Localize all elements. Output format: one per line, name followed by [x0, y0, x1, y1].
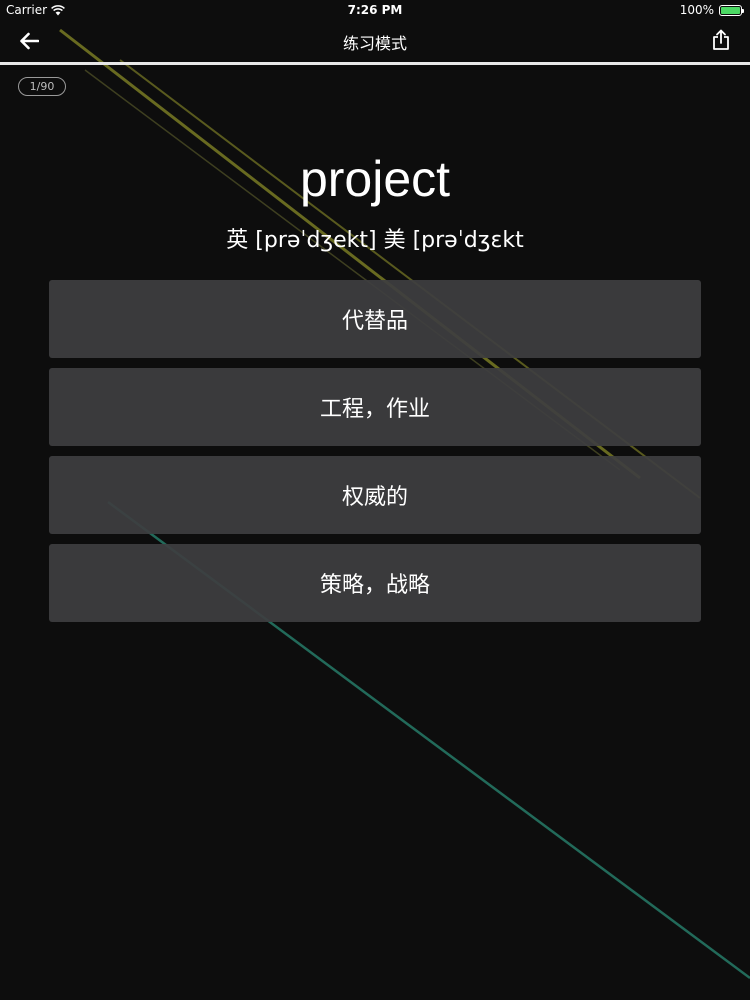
answer-option-2[interactable]: 工程，作业	[49, 368, 701, 446]
vocabulary-word: project	[299, 151, 451, 207]
practice-screen: Carrier 7:26 PM 100% 练习模式 1/90 project 英…	[0, 0, 750, 1000]
answer-option-1[interactable]: 代替品	[49, 280, 701, 358]
answer-option-4[interactable]: 策略，战略	[49, 544, 701, 622]
word-phonetics: 英 [prəˈdʒekt] 美 [prəˈdʒɛkt	[226, 228, 524, 253]
share-button[interactable]	[706, 25, 736, 55]
battery-icon	[719, 4, 744, 16]
status-time: 7:26 PM	[347, 3, 403, 17]
status-battery: 100%	[679, 3, 744, 17]
answer-option-3[interactable]: 权威的	[49, 456, 701, 534]
status-bar: Carrier 7:26 PM 100%	[0, 0, 750, 20]
nav-divider	[0, 62, 750, 65]
battery-level-fill	[721, 6, 740, 14]
answer-options: 代替品 工程，作业 权威的 策略，战略	[49, 280, 701, 632]
page-title: 练习模式	[342, 34, 407, 53]
navigation-bar: 练习模式	[0, 20, 750, 62]
battery-percent: 100%	[679, 3, 714, 17]
progress-counter: 1/90	[18, 77, 66, 96]
share-icon	[713, 29, 729, 50]
